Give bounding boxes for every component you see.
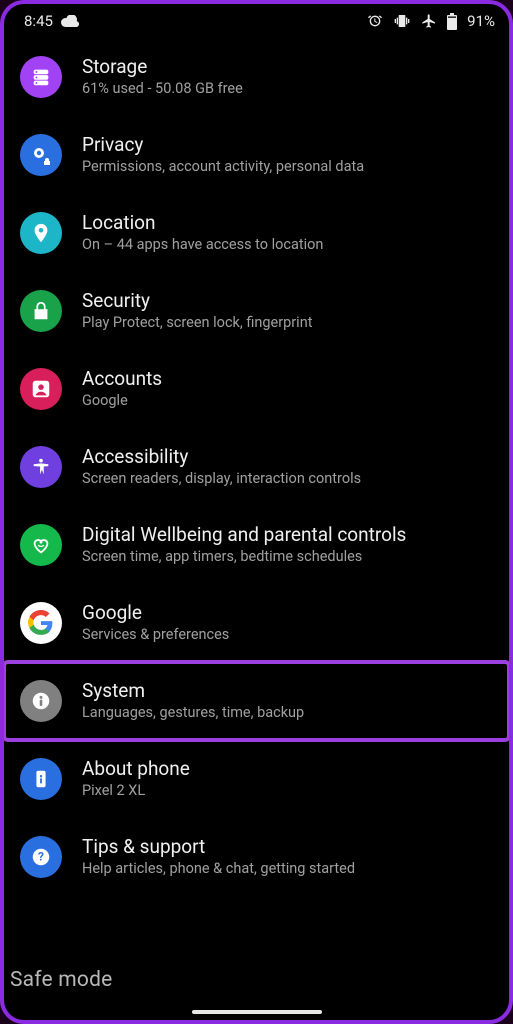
status-right: 91% <box>367 12 495 30</box>
settings-item-sub: On – 44 apps have access to location <box>82 236 323 254</box>
settings-item-sub: Google <box>82 392 162 410</box>
settings-item-sub: Screen readers, display, interaction con… <box>82 470 361 488</box>
privacy-icon <box>20 134 62 176</box>
settings-item-accounts[interactable]: Accounts Google <box>4 350 509 428</box>
settings-item-title: Location <box>82 212 323 235</box>
settings-item-sub: Languages, gestures, time, backup <box>82 704 304 722</box>
system-icon <box>20 680 62 722</box>
settings-item-sub: Services & preferences <box>82 626 229 644</box>
settings-item-title: Storage <box>82 56 243 79</box>
settings-item-sub: Pixel 2 XL <box>82 782 190 800</box>
settings-item-sub: Screen time, app timers, bedtime schedul… <box>82 548 406 566</box>
status-battery-pct: 91% <box>467 12 495 30</box>
svg-text:?: ? <box>38 850 44 864</box>
settings-item-sub: 61% used - 50.08 GB free <box>82 80 243 98</box>
safe-mode-overlay: Safe mode <box>10 968 112 992</box>
accounts-icon <box>20 368 62 410</box>
settings-item-storage[interactable]: Storage 61% used - 50.08 GB free <box>4 38 509 116</box>
settings-item-sub: Play Protect, screen lock, fingerprint <box>82 314 312 332</box>
settings-item-title: About phone <box>82 758 190 781</box>
airplane-icon <box>421 13 437 29</box>
settings-item-tips[interactable]: ? Tips & support Help articles, phone & … <box>4 818 509 896</box>
google-icon <box>20 602 62 644</box>
settings-item-about[interactable]: About phone Pixel 2 XL <box>4 740 509 818</box>
settings-item-title: Tips & support <box>82 836 355 859</box>
security-icon <box>20 290 62 332</box>
storage-icon <box>20 56 62 98</box>
settings-item-system[interactable]: System Languages, gestures, time, backup <box>4 662 509 740</box>
wellbeing-icon <box>20 524 62 566</box>
nav-home-pill[interactable] <box>192 1010 322 1014</box>
location-icon <box>20 212 62 254</box>
settings-list: Storage 61% used - 50.08 GB free Privacy… <box>4 38 509 896</box>
accessibility-icon <box>20 446 62 488</box>
settings-item-title: Privacy <box>82 134 364 157</box>
battery-icon <box>447 13 457 30</box>
settings-item-sub: Permissions, account activity, personal … <box>82 158 364 176</box>
cloud-icon <box>61 15 79 27</box>
status-time: 8:45 <box>24 12 53 30</box>
alarm-icon <box>367 13 383 29</box>
settings-item-title: Accessibility <box>82 446 361 469</box>
status-bar: 8:45 91% <box>4 4 509 38</box>
settings-item-sub: Help articles, phone & chat, getting sta… <box>82 860 355 878</box>
settings-item-title: Accounts <box>82 368 162 391</box>
settings-item-title: Digital Wellbeing and parental controls <box>82 524 406 547</box>
help-icon: ? <box>20 836 62 878</box>
settings-item-title: Google <box>82 602 229 625</box>
settings-item-accessibility[interactable]: Accessibility Screen readers, display, i… <box>4 428 509 506</box>
about-phone-icon <box>20 758 62 800</box>
settings-item-title: System <box>82 680 304 703</box>
device-frame: 8:45 91% S <box>0 0 513 1024</box>
settings-item-location[interactable]: Location On – 44 apps have access to loc… <box>4 194 509 272</box>
settings-item-google[interactable]: Google Services & preferences <box>4 584 509 662</box>
vibrate-icon <box>393 13 411 29</box>
settings-item-privacy[interactable]: Privacy Permissions, account activity, p… <box>4 116 509 194</box>
status-left: 8:45 <box>24 12 79 30</box>
settings-item-security[interactable]: Security Play Protect, screen lock, fing… <box>4 272 509 350</box>
settings-item-title: Security <box>82 290 312 313</box>
settings-item-wellbeing[interactable]: Digital Wellbeing and parental controls … <box>4 506 509 584</box>
